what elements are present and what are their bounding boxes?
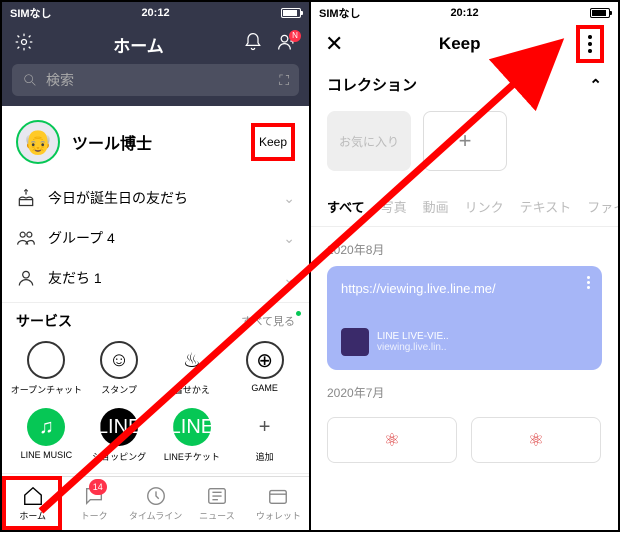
settings-icon[interactable] (14, 32, 34, 57)
plus-icon: + (246, 408, 284, 446)
friends-label: 友だち 1 (48, 268, 102, 288)
service-stamp[interactable]: ☺スタンプ (83, 341, 156, 396)
game-icon: ⊕ (246, 341, 284, 379)
groups-row[interactable]: グループ 4 ⌄ (2, 218, 309, 258)
close-icon[interactable]: ✕ (325, 31, 343, 57)
chevron-down-icon: ⌄ (283, 270, 295, 287)
tab-news[interactable]: ニュース (186, 477, 247, 530)
service-music[interactable]: ♫LINE MUSIC (10, 408, 83, 463)
tab-timeline[interactable]: タイムライン (125, 477, 186, 530)
tab-all[interactable]: すべて (327, 197, 365, 216)
add-friend-icon[interactable]: N (277, 32, 297, 57)
tab-link[interactable]: リンク (465, 197, 504, 216)
profile-row[interactable]: 👴 ツール博士 Keep (2, 106, 309, 178)
service-ticket[interactable]: LINELINEチケット (156, 408, 229, 463)
shopping-icon: LINE (100, 408, 138, 446)
home-header: ホーム N (2, 24, 309, 64)
item-menu-icon[interactable] (587, 276, 590, 289)
menu-button[interactable] (576, 25, 604, 63)
home-icon (22, 485, 44, 507)
tab-file[interactable]: ファイ (587, 197, 618, 216)
link-title: LINE LIVE-VIE.. (377, 331, 449, 342)
tab-bar: ホーム トーク14 タイムライン ニュース ウォレット (2, 476, 309, 530)
tab-talk[interactable]: トーク14 (63, 477, 124, 530)
see-all-link[interactable]: すべて見る (241, 313, 295, 329)
collection-add[interactable]: + (423, 111, 507, 171)
group-icon (16, 228, 36, 248)
clock: 20:12 (450, 7, 478, 19)
clock: 20:12 (141, 7, 169, 19)
pdf-items: ⚛ ⚛ (311, 409, 618, 471)
carrier: SIMなし (319, 5, 450, 21)
search-bar[interactable]: 検索 ⛶ (2, 64, 309, 106)
profile-name: ツール博士 (72, 130, 239, 154)
tab-video[interactable]: 動画 (423, 197, 449, 216)
service-theme[interactable]: ♨着せかえ (156, 341, 229, 396)
collection-cards: お気に入り + (311, 105, 618, 185)
tab-photo[interactable]: 写真 (381, 197, 407, 216)
status-bar: SIMなし 20:12 (2, 2, 309, 24)
filter-tabs: すべて 写真 動画 リンク テキスト ファイ (311, 185, 618, 227)
tab-text[interactable]: テキスト (520, 197, 572, 216)
theme-icon: ♨ (173, 341, 211, 379)
more-icon (588, 35, 592, 53)
ticket-icon: LINE (173, 408, 211, 446)
chevron-up-icon: ⌃ (589, 76, 602, 94)
news-icon (206, 485, 228, 507)
tab-home[interactable]: ホーム (2, 477, 63, 530)
date-label: 2020年7月 (311, 370, 618, 409)
carrier: SIMなし (10, 5, 141, 21)
date-label: 2020年8月 (311, 227, 618, 266)
clock-icon (145, 485, 167, 507)
search-placeholder: 検索 (46, 70, 74, 90)
talk-badge: 14 (89, 479, 107, 495)
tab-wallet[interactable]: ウォレット (248, 477, 309, 530)
page-title: ホーム (113, 32, 164, 57)
chevron-down-icon: ⌄ (283, 230, 295, 247)
battery-icon (479, 7, 610, 19)
battery-icon (170, 7, 301, 19)
pdf-icon: ⚛ (384, 430, 400, 451)
keep-title: Keep (439, 34, 481, 54)
services-header: サービス すべて見る (2, 302, 309, 335)
cake-icon (16, 188, 36, 208)
stamp-icon: ☺ (100, 341, 138, 379)
keep-header: ✕ Keep (311, 24, 618, 64)
services-grid-2: ♫LINE MUSIC LINEショッピング LINELINEチケット +追加 (2, 402, 309, 469)
pdf-item[interactable]: ⚛ (471, 417, 601, 463)
service-openchat[interactable]: オープンチャット (10, 341, 83, 396)
avatar: 👴 (16, 120, 60, 164)
status-bar: SIMなし 20:12 (311, 2, 618, 24)
keep-button[interactable]: Keep (251, 123, 295, 161)
link-thumbnail (341, 328, 369, 356)
search-icon (22, 72, 38, 88)
service-shopping[interactable]: LINEショッピング (83, 408, 156, 463)
birthday-label: 今日が誕生日の友だち (48, 188, 188, 208)
service-game[interactable]: ⊕GAME (228, 341, 301, 396)
birthday-row[interactable]: 今日が誕生日の友だち ⌄ (2, 178, 309, 218)
pdf-icon: ⚛ (528, 430, 544, 451)
collection-favorite[interactable]: お気に入り (327, 111, 411, 171)
pdf-item[interactable]: ⚛ (327, 417, 457, 463)
collection-header[interactable]: コレクション ⌃ (311, 64, 618, 105)
wallet-icon (267, 485, 289, 507)
link-subtitle: viewing.live.lin.. (377, 342, 449, 353)
services-grid: オープンチャット ☺スタンプ ♨着せかえ ⊕GAME (2, 335, 309, 402)
openchat-icon (27, 341, 65, 379)
person-icon (16, 268, 36, 288)
services-title: サービス (16, 311, 72, 331)
friends-row[interactable]: 友だち 1 ⌄ (2, 258, 309, 298)
new-badge: N (289, 30, 301, 42)
scan-icon[interactable]: ⛶ (279, 72, 289, 89)
collection-title: コレクション (327, 74, 417, 95)
music-icon: ♫ (27, 408, 65, 446)
groups-label: グループ 4 (48, 228, 115, 248)
link-item[interactable]: https://viewing.live.line.me/ LINE LIVE-… (327, 266, 602, 370)
link-url: https://viewing.live.line.me/ (341, 280, 588, 298)
chevron-down-icon: ⌄ (283, 190, 295, 207)
service-add[interactable]: +追加 (228, 408, 301, 463)
bell-icon[interactable] (243, 32, 263, 57)
